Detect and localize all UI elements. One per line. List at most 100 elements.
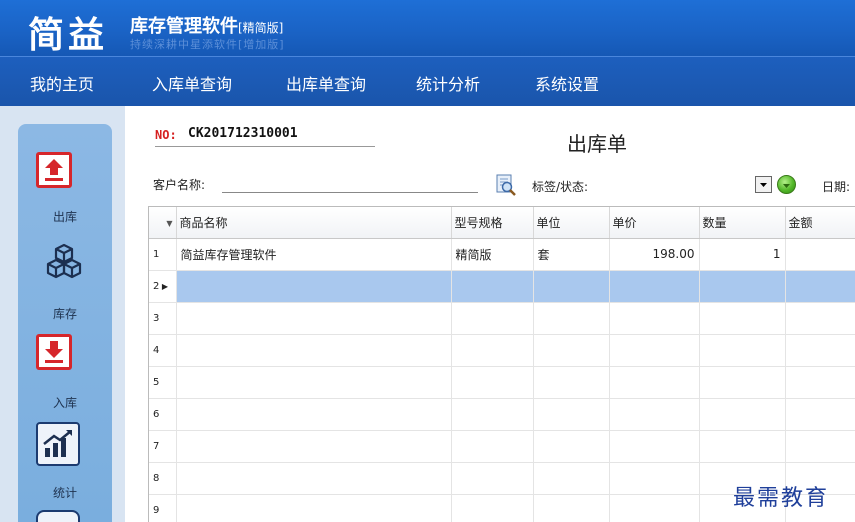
cell-name[interactable]: 简益库存管理软件 (176, 238, 452, 271)
cell-amount[interactable] (785, 366, 855, 399)
grid-header-row: ▼ 商品名称 型号规格 单位 单价 数量 金额 (149, 207, 855, 239)
cell-price[interactable] (609, 334, 700, 367)
cell-name[interactable] (176, 334, 452, 367)
cell-qty[interactable] (699, 302, 786, 335)
cell-name[interactable] (176, 270, 452, 303)
column-header-qty[interactable]: 数量 (699, 207, 786, 239)
add-tag-button[interactable] (777, 175, 796, 194)
table-row[interactable]: 2 ▶ (149, 270, 855, 303)
cell-price[interactable] (609, 270, 700, 303)
cell-unit[interactable] (533, 270, 610, 303)
row-number: 7 (149, 430, 177, 463)
cell-spec[interactable] (451, 302, 534, 335)
cell-name[interactable] (176, 398, 452, 431)
cell-unit[interactable] (533, 430, 610, 463)
row-number: 5 (149, 366, 177, 399)
cell-amount[interactable] (785, 334, 855, 367)
cell-amount[interactable] (785, 270, 855, 303)
customer-lookup-button[interactable] (495, 174, 517, 196)
nav-settings[interactable]: 系统设置 (535, 71, 599, 95)
table-row[interactable]: 6 (149, 398, 855, 431)
inbound-box-icon (36, 334, 72, 370)
order-no-value: CK201712310001 (188, 126, 298, 141)
cell-qty[interactable]: 1 (699, 238, 786, 271)
cell-price[interactable] (609, 494, 700, 522)
sidebar-item-inventory[interactable] (18, 242, 112, 282)
cell-name[interactable] (176, 302, 452, 335)
nav-inbound-query[interactable]: 入库单查询 (152, 71, 232, 95)
cell-qty[interactable] (699, 430, 786, 463)
cell-name[interactable] (176, 494, 452, 522)
table-row[interactable]: 4 (149, 334, 855, 367)
arrow-down-icon (783, 184, 790, 188)
items-grid[interactable]: ▼ 商品名称 型号规格 单位 单价 数量 金额 1 简益库存管理软件 精简版套 198… (148, 206, 855, 522)
cell-unit[interactable] (533, 462, 610, 495)
cell-amount[interactable] (785, 302, 855, 335)
sidebar-label-inventory: 库存 (52, 307, 77, 321)
cell-unit[interactable] (533, 398, 610, 431)
nav-home[interactable]: 我的主页 (30, 71, 94, 95)
cell-price[interactable]: 198.00 (609, 238, 700, 271)
table-row[interactable]: 3 (149, 302, 855, 335)
cell-unit[interactable] (533, 334, 610, 367)
cell-qty[interactable] (699, 334, 786, 367)
form-title: 出库单 (567, 132, 627, 156)
cell-name[interactable] (176, 366, 452, 399)
app-title: 库存管理软件[精简版] (130, 12, 283, 38)
column-header-name[interactable]: 商品名称 (176, 207, 452, 239)
settings-icon[interactable] (36, 510, 80, 522)
customer-field[interactable] (222, 192, 478, 193)
column-header-price[interactable]: 单价 (609, 207, 700, 239)
cell-price[interactable] (609, 462, 700, 495)
cell-unit[interactable]: 套 (533, 238, 610, 271)
table-row[interactable]: 7 (149, 430, 855, 463)
sidebar-item-inbound[interactable] (18, 334, 112, 376)
date-label: 日期: (822, 180, 851, 194)
row-number: 4 (149, 334, 177, 367)
cell-spec[interactable] (451, 430, 534, 463)
cell-qty[interactable] (699, 398, 786, 431)
sidebar: 出库 库存 入库 统计 (18, 124, 112, 522)
cell-amount[interactable]: 198.00 (785, 238, 855, 271)
cell-spec[interactable] (451, 398, 534, 431)
cell-name[interactable] (176, 462, 452, 495)
cell-spec[interactable] (451, 462, 534, 495)
watermark: 最需教育 (733, 486, 830, 511)
nav-outbound-query[interactable]: 出库单查询 (286, 71, 366, 95)
row-number: 2 ▶ (149, 270, 177, 303)
table-row[interactable]: 1简益库存管理软件精简版套198.001198.00 (149, 238, 855, 271)
sort-arrow-icon: ▼ (166, 219, 173, 229)
current-row-icon: ▶ (159, 281, 169, 291)
order-no-label: NO: (155, 128, 177, 142)
app-subtitle: 持续深耕中星添软件[增加版] (130, 38, 285, 51)
cell-price[interactable] (609, 366, 700, 399)
sidebar-label-inbound: 入库 (52, 396, 77, 410)
cell-amount[interactable] (785, 398, 855, 431)
tag-status-dropdown[interactable] (755, 176, 772, 193)
cell-unit[interactable] (533, 302, 610, 335)
cell-price[interactable] (609, 430, 700, 463)
sidebar-item-statistics[interactable] (18, 422, 112, 468)
column-header-unit[interactable]: 单位 (533, 207, 610, 239)
cell-unit[interactable] (533, 366, 610, 399)
cell-unit[interactable] (533, 494, 610, 522)
app-header: 简益 库存管理软件[精简版] 持续深耕中星添软件[增加版] (0, 0, 855, 56)
nav-statistics[interactable]: 统计分析 (416, 71, 480, 95)
cell-name[interactable] (176, 430, 452, 463)
brand-logo: 简益 (28, 14, 109, 56)
chart-icon (36, 422, 80, 466)
cell-qty[interactable] (699, 270, 786, 303)
cell-price[interactable] (609, 398, 700, 431)
table-row[interactable]: 5 (149, 366, 855, 399)
column-header-spec[interactable]: 型号规格 (451, 207, 534, 239)
cell-spec[interactable] (451, 366, 534, 399)
cell-amount[interactable] (785, 430, 855, 463)
cell-spec[interactable]: 精简版 (451, 238, 534, 271)
column-header-amount[interactable]: 金额 (785, 207, 855, 239)
row-number: 6 (149, 398, 177, 431)
cell-price[interactable] (609, 302, 700, 335)
cell-spec[interactable] (451, 270, 534, 303)
cell-qty[interactable] (699, 366, 786, 399)
cell-spec[interactable] (451, 334, 534, 367)
cell-spec[interactable] (451, 494, 534, 522)
